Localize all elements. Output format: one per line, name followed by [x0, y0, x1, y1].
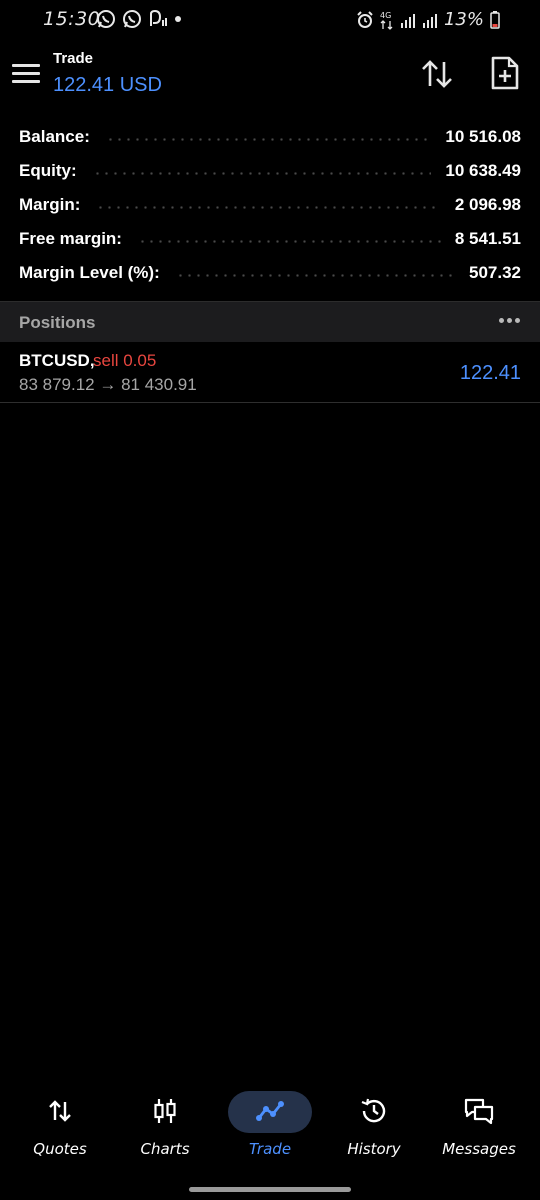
summary-label: Equity:	[19, 161, 77, 180]
account-summary: Balance: 10 516.08 Equity: 10 638.49 Mar…	[0, 120, 540, 290]
nav-item-quotes[interactable]: Quotes	[8, 1086, 112, 1166]
nav-label: History	[347, 1140, 401, 1158]
dotted-leader	[137, 239, 441, 243]
network-4g-icon: 4G	[380, 11, 393, 30]
summary-label: Free margin:	[19, 229, 122, 248]
summary-value: 2 096.98	[454, 195, 521, 214]
whatsapp-icon	[97, 10, 115, 28]
nav-item-charts[interactable]: Charts	[113, 1086, 217, 1166]
quotes-arrows-icon	[49, 1100, 71, 1122]
dotted-leader	[96, 205, 441, 209]
signal-icon	[422, 13, 437, 28]
bottom-navigation: Quotes Charts Trade History Messages	[0, 1086, 540, 1166]
page-title: Trade	[53, 50, 94, 67]
nav-item-messages[interactable]: Messages	[427, 1086, 531, 1166]
chat-bubbles-icon	[464, 1098, 494, 1125]
battery-percent: 13%	[443, 9, 484, 30]
dotted-leader	[105, 137, 432, 141]
home-indicator[interactable]	[189, 1187, 351, 1192]
status-bar: 15:30 4G 13%	[0, 0, 540, 38]
summary-row-equity: Equity: 10 638.49	[0, 154, 540, 188]
toolbar: Trade 122.41 USD	[0, 40, 540, 108]
section-title: Positions	[19, 313, 96, 332]
trade-line-icon	[256, 1101, 284, 1121]
history-clock-icon	[361, 1098, 386, 1123]
summary-value: 10 516.08	[445, 127, 521, 146]
nav-label: Messages	[442, 1140, 516, 1158]
nav-label: Quotes	[33, 1140, 87, 1158]
signal-icon	[400, 13, 415, 28]
dotted-leader	[92, 171, 432, 175]
system-icons: 4G 13%	[356, 9, 500, 30]
position-row[interactable]: BTCUSD, sell 0.05 83 879.12 → 81 430.91 …	[0, 342, 540, 403]
whatsapp-icon	[123, 10, 141, 28]
app-notification-icon	[150, 9, 167, 26]
alarm-icon	[357, 10, 373, 28]
sort-icon[interactable]	[420, 58, 454, 90]
summary-label: Balance:	[19, 127, 90, 146]
more-options-icon[interactable]	[499, 318, 520, 323]
position-profit: 122.41	[459, 362, 521, 384]
position-side-volume: sell 0.05	[93, 351, 157, 370]
position-symbol: BTCUSD,	[19, 351, 95, 370]
summary-row-margin: Margin: 2 096.98	[0, 188, 540, 222]
nav-item-history[interactable]: History	[322, 1086, 426, 1166]
summary-label: Margin Level (%):	[19, 263, 160, 282]
summary-label: Margin:	[19, 195, 81, 214]
summary-row-margin-level: Margin Level (%): 507.32	[0, 256, 540, 290]
dot-icon	[175, 16, 181, 22]
summary-row-free-margin: Free margin: 8 541.51	[0, 222, 540, 256]
new-order-icon[interactable]	[490, 56, 520, 90]
positions-section-header: Positions	[0, 301, 540, 342]
svg-text:4G: 4G	[380, 11, 391, 20]
dotted-leader	[175, 273, 455, 277]
status-time: 15:30	[43, 8, 101, 30]
nav-item-trade[interactable]: Trade	[218, 1086, 322, 1166]
menu-icon[interactable]	[12, 64, 40, 84]
nav-label: Charts	[140, 1140, 190, 1158]
notification-icons	[96, 9, 182, 29]
summary-value: 8 541.51	[454, 229, 521, 248]
candlestick-icon	[154, 1099, 176, 1123]
nav-label: Trade	[248, 1140, 292, 1158]
summary-value: 507.32	[469, 263, 521, 282]
floating-profit: 122.41 USD	[53, 74, 162, 96]
battery-icon	[490, 10, 500, 29]
position-prices: 83 879.12 → 81 430.91	[19, 375, 197, 394]
summary-row-balance: Balance: 10 516.08	[0, 120, 540, 154]
summary-value: 10 638.49	[445, 161, 521, 180]
